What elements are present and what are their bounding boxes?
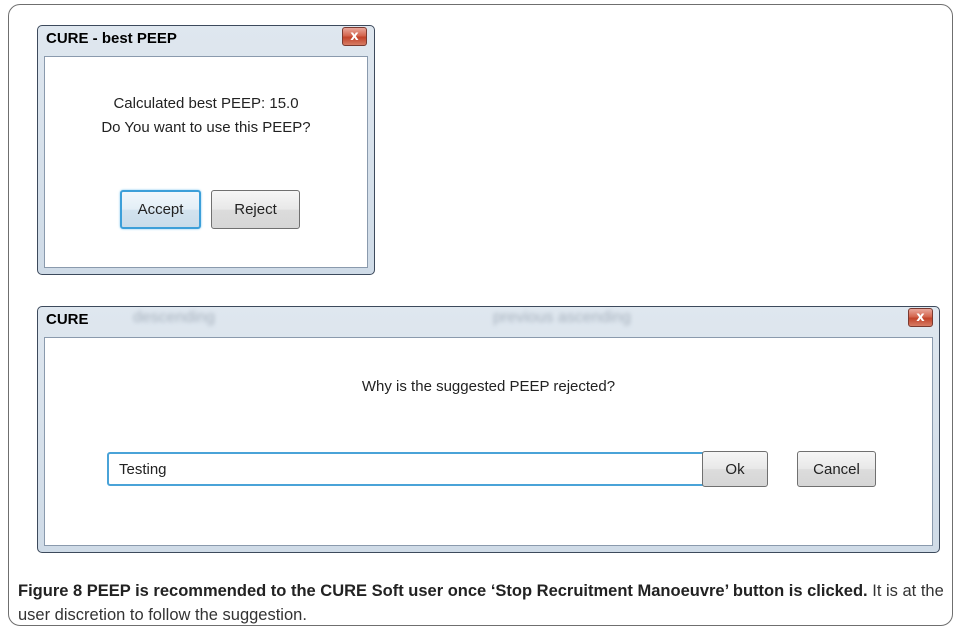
close-button[interactable]: x bbox=[342, 27, 367, 46]
close-icon: x bbox=[916, 310, 925, 325]
rejection-reason-input[interactable] bbox=[107, 452, 713, 486]
close-button[interactable]: x bbox=[908, 308, 933, 327]
rejection-question: Why is the suggested PEEP rejected? bbox=[361, 378, 616, 395]
dialog-content: Calculated best PEEP: 15.0 Do You want t… bbox=[44, 56, 368, 268]
reject-reason-dialog: descending previous ascending CURE x Why… bbox=[37, 306, 940, 553]
best-peep-dialog: CURE - best PEEP x Calculated best PEEP:… bbox=[37, 25, 375, 275]
close-icon: x bbox=[350, 29, 359, 44]
use-peep-question: Do You want to use this PEEP? bbox=[101, 119, 311, 136]
figure-caption: Figure 8 PEEP is recommended to the CURE… bbox=[18, 579, 948, 627]
caption-bold-text: PEEP is recommended to the CURE Soft use… bbox=[86, 582, 868, 600]
background-window-text: previous ascending bbox=[493, 309, 631, 326]
dialog-title: CURE bbox=[46, 311, 89, 328]
cancel-button[interactable]: Cancel bbox=[797, 451, 876, 487]
best-peep-message: Calculated best PEEP: 15.0 bbox=[113, 95, 299, 112]
dialog-title: CURE - best PEEP bbox=[46, 30, 177, 47]
reject-button[interactable]: Reject bbox=[211, 190, 300, 229]
ok-button[interactable]: Ok bbox=[702, 451, 768, 487]
dialog-content: Why is the suggested PEEP rejected? Ok C… bbox=[44, 337, 933, 546]
background-window-text: descending bbox=[133, 309, 215, 326]
accept-button[interactable]: Accept bbox=[120, 190, 201, 229]
figure-label: Figure 8 bbox=[18, 582, 83, 600]
